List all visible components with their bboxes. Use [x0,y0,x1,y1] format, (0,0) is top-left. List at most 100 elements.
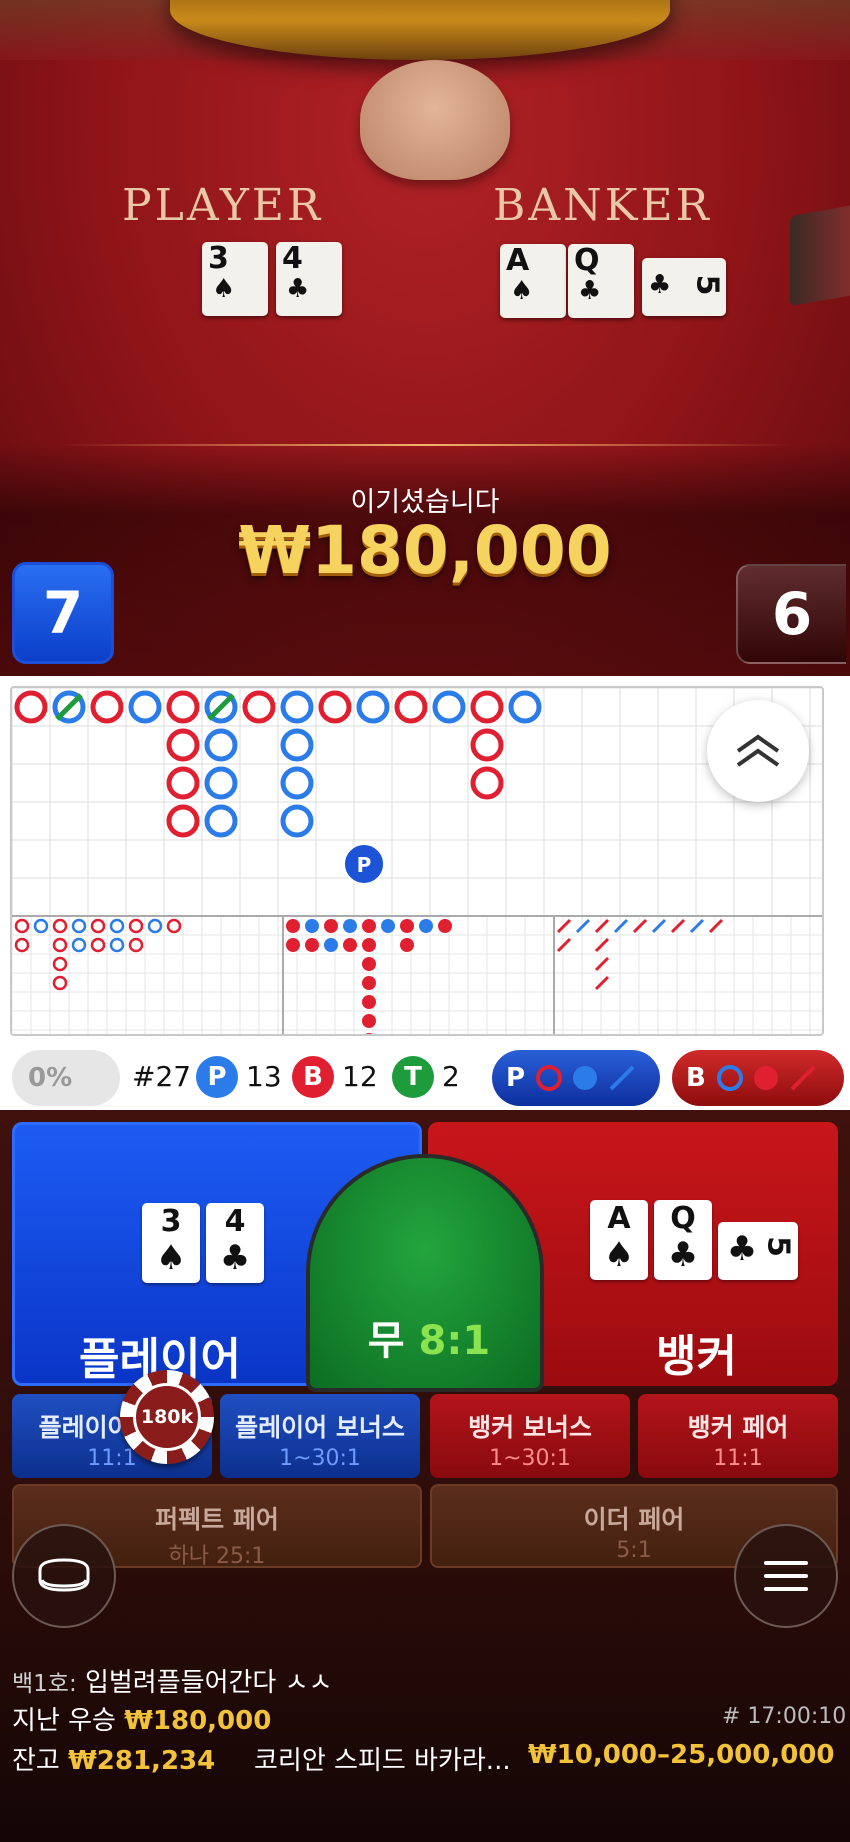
big-road-mark [204,766,238,800]
cockroach-mark [708,918,724,934]
small-road-mark [305,919,319,933]
win-divider [60,444,790,446]
player-card-2: 4 ♣ [206,1203,264,1283]
table-banker-label: BANKER [493,180,712,231]
big-eye-mark [109,918,125,934]
chat-message: 입벌려플들어간다 ㅅㅅ [84,1668,333,1698]
big-eye-mark [52,937,68,953]
small-road-mark [362,957,376,971]
small-road-mark [324,919,338,933]
chip-tray-button[interactable] [12,1524,116,1628]
big-road-mark [318,690,352,724]
round-id: # 17:00:10 [722,1704,847,1729]
big-eye-mark [147,918,163,934]
chip-value: 180k [133,1383,201,1451]
big-road-mark [242,690,276,724]
banker-pair-title: 뱅커 페어 [687,1413,789,1442]
bet-limits: ₩10,000–25,000,000 [528,1740,835,1770]
small-road-mark [324,938,338,952]
tie-odds: 8:1 [418,1318,491,1364]
banker-bonus-bet[interactable]: 뱅커 보너스 1~30:1 [430,1394,630,1478]
predict-player-label: P [506,1063,526,1093]
roadmap-stats: 0% #27 P 13 B 12 T 2 P B [0,1046,850,1110]
last-win-amount: ₩180,000 [124,1706,272,1736]
big-road-mark [508,690,542,724]
player-count: 13 [246,1060,282,1093]
cockroach-mark [594,975,610,991]
tie-count: 2 [442,1060,460,1093]
big-eye-mark [52,956,68,972]
player-bonus-odds: 1~30:1 [279,1446,361,1471]
small-road-mark [419,919,433,933]
banker-pair-odds: 11:1 [713,1446,763,1471]
big-road-mark [204,728,238,762]
table-player-card-2: 4 ♣ [276,242,342,316]
small-road-mark [362,919,376,933]
big-eye-mark [71,918,87,934]
big-eye-mark [52,918,68,934]
menu-button[interactable] [734,1524,838,1628]
big-road-mark [128,690,162,724]
predict-banker-icons [716,1065,816,1091]
small-road-mark [362,995,376,1009]
percent-toggle[interactable]: 0% [12,1050,120,1106]
tie-bet-label: 무 8:1 [310,1308,548,1366]
small-road-mark [400,938,414,952]
big-eye-mark [14,937,30,953]
big-road-mark [280,766,314,800]
predict-banker-label: B [686,1063,706,1093]
balance-label: 잔고 [12,1746,60,1776]
game-screen: { "table": { "player_label": "PLAYER", "… [0,0,850,1842]
small-road-mark [343,938,357,952]
predict-player-button[interactable]: P [492,1050,660,1106]
player-card-1: 3 ♠ [142,1203,200,1283]
player-score: 7 [12,562,114,664]
table-name[interactable]: 코리안 스피드 바카라... [254,1740,511,1777]
big-road-mark [394,690,428,724]
big-road-mark [166,766,200,800]
table-banker-card-1: A ♠ [500,244,566,318]
big-eye-mark [71,937,87,953]
small-road-mark [286,919,300,933]
big-eye-mark [52,975,68,991]
table-player-label: PLAYER [122,180,324,231]
cockroach-mark [594,937,610,953]
small-road-mark [362,1014,376,1028]
player-count-badge: P [196,1056,238,1098]
cockroach-mark [556,937,572,953]
big-road-mark [166,804,200,838]
banker-card-2: Q ♣ [654,1200,712,1280]
banker-bet-label: 뱅커 [656,1331,737,1382]
dealer-hands [360,60,510,180]
last-win-label: 지난 우승 [12,1706,116,1736]
card-shoe [790,203,850,307]
big-eye-mark [166,918,182,934]
live-video: PLAYER BANKER 3 ♠ 4 ♣ A ♠ Q ♣ 5 ♣ 이기셨습니다 ₩180… [0,0,850,676]
tie-bet-zone[interactable]: 무 8:1 [306,1154,544,1392]
chat-line: 백1호: 입벌려플들어간다 ㅅㅅ [12,1662,332,1699]
predict-banker-button[interactable]: B [672,1050,844,1106]
cockroach-mark [670,918,686,934]
cockroach-mark [594,956,610,972]
big-eye-mark [90,918,106,934]
banker-pair-bet[interactable]: 뱅커 페어 11:1 [638,1394,838,1478]
roadmap-grid[interactable]: P [10,686,824,1036]
cockroach-mark [689,918,705,934]
big-road-mark [356,690,390,724]
placed-chip[interactable]: 180k [120,1370,214,1464]
cockroach-mark [575,918,591,934]
expand-roadmap-button[interactable] [707,700,809,802]
betting-panel: 3 ♠ 4 ♣ 플레이어 A ♠ Q ♣ 5 ♣ 뱅커 무 8:1 플레이어 페어 11:… [0,1110,850,1842]
big-eye-mark [109,937,125,953]
big-road-mark [470,728,504,762]
win-amount: ₩180,000 [238,512,612,589]
roadmap-panel: P 0% #27 P 13 B 12 T 2 P B [0,676,850,1110]
big-road-mark [90,690,124,724]
player-bonus-bet[interactable]: 플레이어 보너스 1~30:1 [220,1394,420,1478]
round-number: #27 [132,1060,192,1093]
small-road-mark [381,919,395,933]
cockroach-mark [556,918,572,934]
big-road-mark [280,804,314,838]
banker-bonus-odds: 1~30:1 [489,1446,571,1471]
banker-card-1: A ♠ [590,1200,648,1280]
